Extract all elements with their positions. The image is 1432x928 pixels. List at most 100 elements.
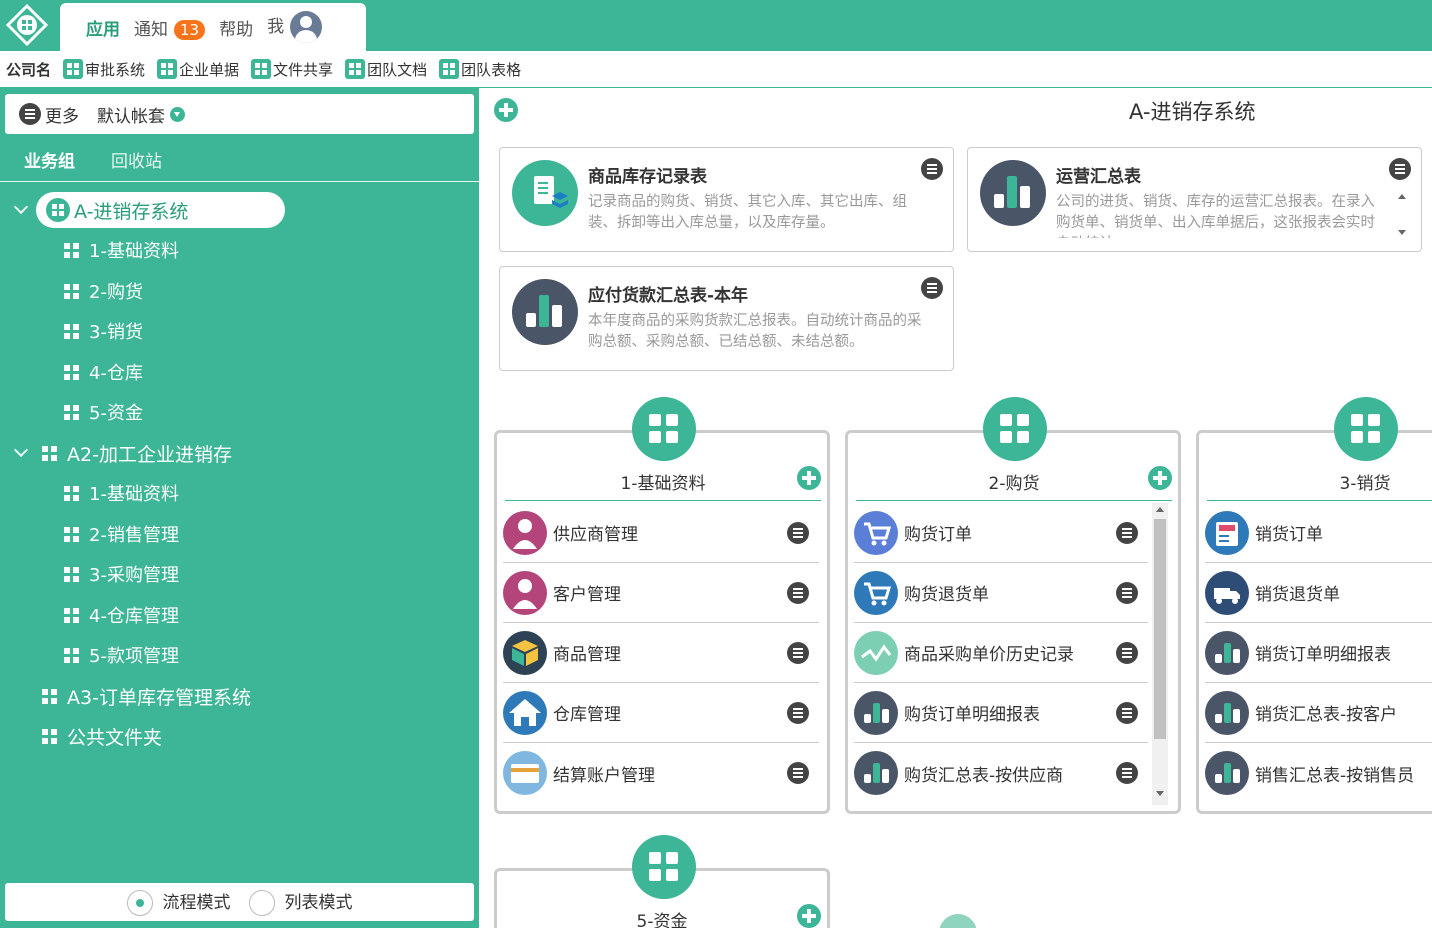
tree-item[interactable]: 3-采购管理 <box>64 556 179 592</box>
grid-icon <box>42 688 57 704</box>
menu-icon[interactable] <box>19 103 41 125</box>
chevron-down-icon <box>170 106 185 122</box>
tree-item[interactable]: 2-购货 <box>64 273 143 309</box>
module-scrollbar[interactable] <box>1152 503 1168 805</box>
tab-help[interactable]: 帮助 <box>219 15 253 40</box>
list-item[interactable]: 结算账户管理 <box>503 743 819 803</box>
tree-item[interactable]: 5-资金 <box>64 394 143 430</box>
list-item[interactable]: 商品采购单价历史记录 <box>854 623 1148 683</box>
app-team-sheets[interactable]: 团队表格 <box>439 59 521 80</box>
tree-item-selected[interactable]: A-进销存系统 <box>36 192 285 228</box>
tab-recycle-bin[interactable]: 回收站 <box>111 147 162 172</box>
menu-icon[interactable] <box>921 158 943 180</box>
scroll-up-icon[interactable] <box>1398 194 1406 199</box>
tree-item-label: 4-仓库 <box>89 363 143 384</box>
menu-icon[interactable] <box>1389 158 1411 180</box>
report-card[interactable]: 应付货款汇总表-本年 本年度商品的采购货款汇总报表。自动统计商品的采购总额、采购… <box>499 266 954 371</box>
menu-icon[interactable] <box>1116 642 1138 664</box>
module-grid-icon <box>983 397 1047 461</box>
tree-item[interactable]: 4-仓库管理 <box>64 597 179 633</box>
add-icon[interactable] <box>1148 466 1172 490</box>
sale-tag-icon <box>1205 510 1249 555</box>
company-name[interactable]: 公司名 <box>6 59 51 80</box>
bar-chart-icon <box>980 160 1046 226</box>
tab-me[interactable]: 我 <box>267 11 323 43</box>
account-selector[interactable]: 默认帐套 <box>97 102 185 127</box>
bar-chart-icon <box>512 279 578 345</box>
list-item[interactable]: 购货退货单 <box>854 563 1148 623</box>
grid-icon <box>64 404 79 420</box>
scroll-up-icon[interactable] <box>1156 507 1164 512</box>
list-item[interactable]: 购货汇总表-按供应商 <box>854 743 1148 803</box>
list-item[interactable]: 销货退货单 <box>1205 563 1432 623</box>
add-icon[interactable] <box>797 904 821 928</box>
app-label: 文件共享 <box>273 60 334 79</box>
menu-icon[interactable] <box>787 642 809 664</box>
add-icon[interactable] <box>494 98 518 122</box>
app-documents[interactable]: 企业单据 <box>157 59 239 80</box>
app-approval[interactable]: 审批系统 <box>63 59 145 80</box>
tab-notifications[interactable]: 通知 13 <box>134 15 206 40</box>
tree-item[interactable]: 1-基础资料 <box>64 475 179 511</box>
menu-icon[interactable] <box>1116 762 1138 784</box>
scroll-down-icon[interactable] <box>1398 230 1406 235</box>
scrollbar-thumb[interactable] <box>1154 519 1166 739</box>
list-item[interactable]: 销售汇总表-按销售员 <box>1205 743 1432 803</box>
list-item[interactable]: 客户管理 <box>503 563 819 623</box>
scroll-down-icon[interactable] <box>1156 791 1164 796</box>
chevron-down-icon[interactable] <box>13 442 29 458</box>
list-item[interactable]: 商品管理 <box>503 623 819 683</box>
menu-icon[interactable] <box>1116 522 1138 544</box>
report-card[interactable]: 运营汇总表 公司的进货、销货、库存的运营汇总报表。在录入购货单、销货单、出入库单… <box>967 147 1422 252</box>
menu-icon[interactable] <box>921 277 943 299</box>
list-item[interactable]: 购货订单 <box>854 503 1148 563</box>
card-title: 应付货款汇总表-本年 <box>588 286 749 306</box>
menu-icon[interactable] <box>787 762 809 784</box>
tree-item[interactable]: 1-基础资料 <box>64 232 179 268</box>
report-card[interactable]: 商品库存记录表 记录商品的购货、销货、其它入库、其它出库、组装、拆卸等出入库总量… <box>499 147 954 252</box>
tree-item[interactable]: 2-销售管理 <box>64 516 179 552</box>
card-description: 本年度商品的采购货款汇总报表。自动统计商品的采购总额、采购总额、已结总额、未结总… <box>588 313 922 350</box>
menu-icon[interactable] <box>787 702 809 724</box>
tree-item[interactable]: 3-销货 <box>64 313 143 349</box>
app-file-share[interactable]: 文件共享 <box>251 59 333 80</box>
tab-notifications-label: 通知 <box>134 19 168 40</box>
bar-chart-icon <box>854 690 898 735</box>
tree-item[interactable]: A3-订单库存管理系统 <box>42 678 251 714</box>
tab-apps[interactable]: 应用 <box>86 15 120 40</box>
list-item[interactable]: 仓库管理 <box>503 683 819 743</box>
card-scrollbar[interactable] <box>1395 190 1409 240</box>
list-item[interactable]: 购货订单明细报表 <box>854 683 1148 743</box>
menu-icon[interactable] <box>787 582 809 604</box>
tree-item[interactable]: A2-加工企业进销存 <box>42 435 232 471</box>
app-logo-icon[interactable] <box>6 4 48 46</box>
grid-icon <box>64 242 79 258</box>
tree-item[interactable]: 4-仓库 <box>64 354 143 390</box>
flow-mode-radio[interactable]: 流程模式 <box>126 888 231 916</box>
list-item-label: 购货订单 <box>904 525 972 545</box>
tree-item[interactable]: 5-款项管理 <box>64 637 179 673</box>
add-icon[interactable] <box>797 466 821 490</box>
list-item-label: 客户管理 <box>553 585 621 605</box>
list-item[interactable]: 销货汇总表-按客户 <box>1205 683 1432 743</box>
module-title: 1-基础资料 <box>620 474 706 494</box>
menu-icon[interactable] <box>787 522 809 544</box>
list-item-label: 销货汇总表-按客户 <box>1255 705 1398 725</box>
tree-item[interactable]: 公共文件夹 <box>42 718 162 754</box>
module-grid-icon <box>1334 397 1398 461</box>
more-link[interactable]: 更多 <box>45 102 79 127</box>
list-item[interactable]: 销货订单 <box>1205 503 1432 563</box>
menu-icon[interactable] <box>1116 582 1138 604</box>
list-item-label: 供应商管理 <box>553 525 638 545</box>
app-team-docs[interactable]: 团队文档 <box>345 59 427 80</box>
tab-me-label: 我 <box>267 17 285 37</box>
menu-icon[interactable] <box>1116 702 1138 724</box>
grid-icon <box>42 445 57 461</box>
notification-count-badge: 13 <box>174 19 206 40</box>
list-item[interactable]: 销货订单明细报表 <box>1205 623 1432 683</box>
tab-business-group[interactable]: 业务组 <box>24 147 75 172</box>
avatar[interactable] <box>290 11 323 43</box>
list-mode-radio[interactable]: 列表模式 <box>248 888 353 916</box>
list-item[interactable]: 供应商管理 <box>503 503 819 563</box>
chevron-down-icon[interactable] <box>13 199 29 215</box>
